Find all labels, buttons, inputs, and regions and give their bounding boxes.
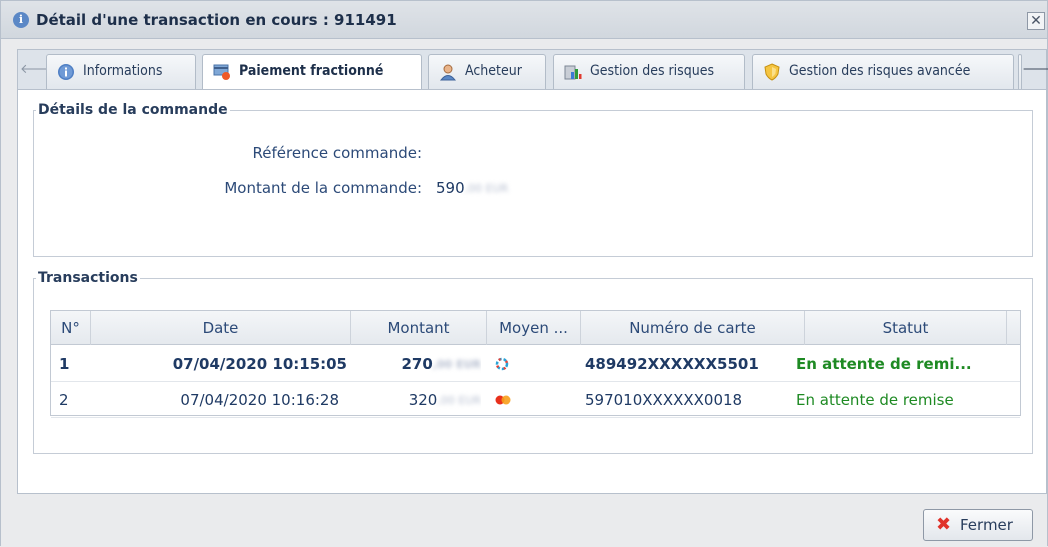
cell-card-number: 597010XXXXXX0018 — [585, 391, 743, 409]
tab-label: Paiement fractionné — [239, 63, 384, 79]
amount-label: Montant de la commande: — [224, 179, 422, 197]
tab-strip: 🡐 Informations Paiement fractionné Achet… — [17, 49, 1048, 90]
column-header-montant[interactable]: Montant — [351, 311, 487, 345]
amount-blurred: ,00 EUR — [437, 393, 481, 407]
tab-gestion-des-risques-avancee[interactable]: Gestion des risques avancée — [752, 54, 1014, 89]
tab-gestion-des-risques[interactable]: Gestion des risques — [553, 54, 745, 89]
user-icon — [439, 64, 457, 81]
amount-number: 270 — [401, 355, 433, 373]
risk-chart-icon — [564, 65, 582, 80]
amount-number: 320 — [408, 391, 438, 409]
amount-number: 590 — [436, 179, 465, 197]
tab-label: Informations — [83, 63, 163, 79]
dialog-footer: ✖ Fermer — [1, 494, 1047, 547]
transactions-grid: N° Date Montant Moyen ... Numéro de cart… — [50, 310, 1021, 418]
scroll-right-icon[interactable]: 🡒 — [1022, 50, 1048, 89]
grid-header: N° Date Montant Moyen ... Numéro de cart… — [51, 311, 1020, 345]
transaction-dialog: i Détail d'une transaction en cours : 91… — [0, 0, 1048, 547]
order-details-legend: Détails de la commande — [38, 102, 228, 118]
tab-paiement-fractionne[interactable]: Paiement fractionné — [202, 54, 422, 90]
amount-blurred: ,00 EUR — [432, 357, 481, 371]
column-header-moyen[interactable]: Moyen ... — [487, 311, 581, 345]
cb-card-icon — [495, 357, 509, 371]
cell-card-number: 489492XXXXXX5501 — [585, 355, 759, 373]
amount-blurred: ,00 EUR — [464, 182, 509, 195]
reference-label: Référence commande: — [252, 144, 422, 162]
table-row[interactable]: 1 07/04/2020 10:15:05 270,00 EUR 489492X… — [51, 346, 1020, 382]
tab-acheteur[interactable]: Acheteur — [428, 54, 546, 89]
column-header-numero-carte[interactable]: Numéro de carte — [581, 311, 805, 345]
cell-no: 1 — [59, 355, 70, 373]
close-button[interactable]: ✖ Fermer — [923, 509, 1033, 541]
table-row[interactable]: 2 07/04/2020 10:16:28 320,00 EUR 597010X… — [51, 382, 1020, 418]
info-icon — [58, 64, 74, 80]
tab-label: Gestion des risques avancée — [789, 63, 971, 79]
column-header-no[interactable]: N° — [51, 311, 91, 345]
tab-informations[interactable]: Informations — [46, 54, 196, 89]
split-payment-icon — [213, 64, 230, 80]
cell-date: 07/04/2020 10:15:05 — [172, 355, 347, 373]
close-icon: ✖ — [936, 514, 952, 535]
cell-amount: 270,00 EUR — [351, 346, 481, 382]
tab-label: Acheteur — [465, 63, 522, 79]
tab-content-panel: Détails de la commande Référence command… — [17, 89, 1047, 494]
column-header-statut[interactable]: Statut — [805, 311, 1007, 345]
mastercard-icon — [495, 395, 511, 405]
dialog-titlebar: i Détail d'une transaction en cours : 91… — [1, 1, 1047, 39]
cell-status: En attente de remi... — [796, 355, 972, 373]
shield-icon — [764, 63, 780, 81]
cell-no: 2 — [59, 391, 69, 409]
tab-label: Gestion des risques — [590, 63, 715, 79]
amount-value: 590,00 EUR — [436, 179, 508, 197]
close-icon[interactable]: ✕ — [1027, 12, 1045, 30]
scroll-left-icon[interactable]: 🡐 — [20, 50, 55, 89]
cell-status: En attente de remise — [796, 391, 954, 409]
info-icon: i — [13, 12, 29, 28]
transactions-legend: Transactions — [38, 270, 138, 286]
cell-date: 07/04/2020 10:16:28 — [180, 391, 339, 409]
column-header-date[interactable]: Date — [91, 311, 351, 345]
dialog-title: Détail d'une transaction en cours : 9114… — [36, 11, 397, 29]
close-button-label: Fermer — [960, 516, 1013, 534]
cell-amount: 320,00 EUR — [351, 382, 481, 418]
